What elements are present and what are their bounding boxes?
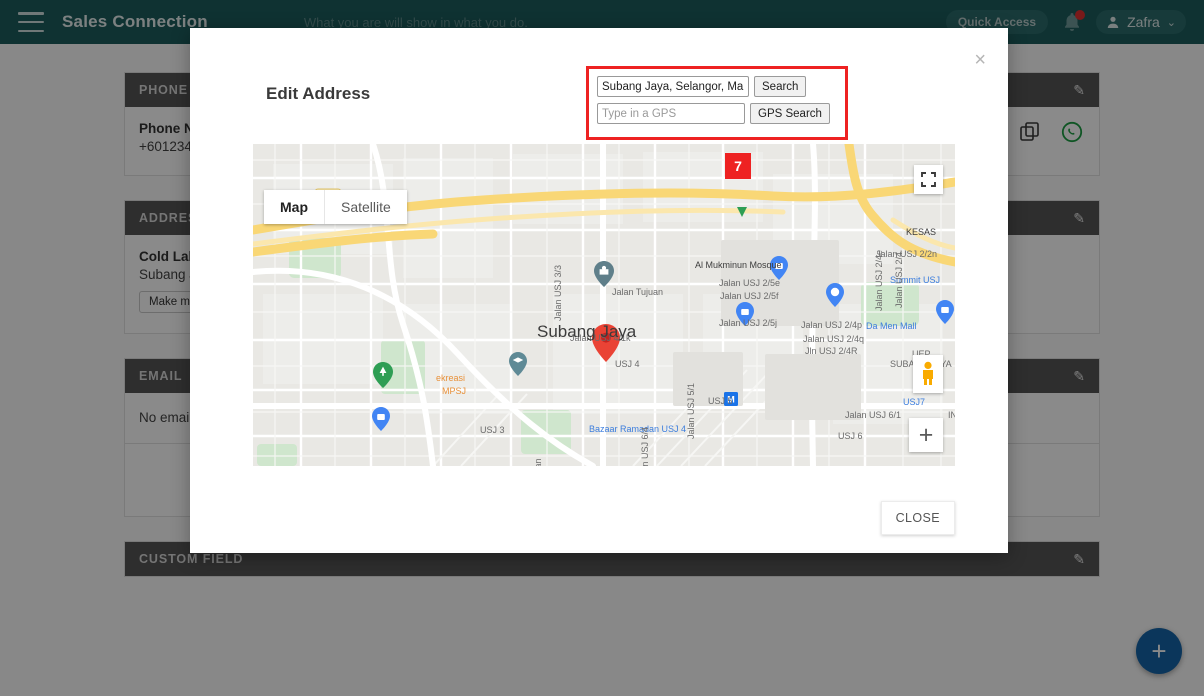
map-label-rotated: Jalan USJ 6/4 — [640, 426, 650, 466]
poi-marker-mosque[interactable] — [594, 261, 614, 292]
map-label-rotated: Jalan USJ 3/3 — [553, 264, 563, 321]
map-label-rotated: Jalan USJ 2/4e — [874, 249, 884, 311]
map-label-rotated: Jalan — [533, 458, 543, 466]
edit-address-modal: × Edit Address M KESAS Jalan USJ 2/2n Al… — [190, 28, 1008, 553]
close-button[interactable]: CLOSE — [880, 501, 955, 535]
map-label: Jalan USJ 2/5e — [719, 278, 781, 288]
map-label-rotated: Jalan USJ 2/4 — [894, 251, 904, 308]
close-icon[interactable]: × — [974, 50, 986, 70]
map-label: Jalan USJ 2/5j — [719, 318, 778, 328]
gps-search-input[interactable] — [597, 103, 745, 124]
screen: Sales Connection What you are will show … — [0, 0, 1204, 696]
map-label: USJ 5 — [708, 396, 733, 406]
map-label-rotated: Jalan USJ 5/1 — [686, 382, 696, 439]
poi-marker-usj1[interactable] — [936, 300, 954, 329]
poi-marker-mpsj-park[interactable] — [373, 362, 393, 393]
address-search-overlay: Search GPS Search — [586, 66, 848, 140]
map-label: USJ 4 — [615, 359, 640, 369]
street-view-pegman-icon[interactable] — [913, 355, 943, 393]
map-label: USJ 3 — [480, 425, 505, 435]
map-label: ekreasi — [436, 373, 466, 383]
map-type-toggle: Map Satellite — [264, 190, 407, 224]
poi-marker-school[interactable] — [509, 352, 527, 381]
zoom-in-button[interactable]: + — [909, 418, 943, 452]
map-label: Da Men Mall — [866, 321, 917, 331]
map-label: Bazaar Ramadan USJ 4 — [589, 424, 687, 434]
map-label: Jalan Tujuan — [612, 287, 664, 297]
map-type-map-button[interactable]: Map — [264, 190, 324, 224]
poi-marker-bazaar[interactable] — [372, 407, 390, 436]
address-search-row: Search — [597, 76, 837, 97]
modal-title: Edit Address — [266, 84, 371, 103]
map-label: USJ7 — [903, 397, 926, 407]
map-type-satellite-button[interactable]: Satellite — [324, 190, 407, 224]
map-label: KESAS — [906, 227, 937, 237]
map-label: INDUSTRIAL PARK — [948, 410, 955, 420]
map-label: Jalan USJ 6/1 — [845, 410, 902, 420]
map-label: MPSJ — [442, 386, 467, 396]
map-container[interactable]: M Jalan Lag510E5KESASJalan USJ 2/2nAl Mu… — [253, 144, 955, 466]
address-search-button[interactable]: Search — [754, 76, 807, 97]
map-label: USJ 6 — [838, 431, 863, 441]
gps-search-row: GPS Search — [597, 103, 837, 124]
map-center-label: Subang Jaya — [537, 322, 637, 341]
fullscreen-icon[interactable] — [914, 165, 943, 194]
map-pin-small-green — [737, 204, 747, 222]
map-label: Jalan USJ 2/4q — [803, 334, 865, 344]
map-label: Jalan USJ 2/2n — [876, 249, 938, 259]
step-badge-7: 7 — [725, 153, 751, 179]
gps-search-button[interactable]: GPS Search — [750, 103, 830, 124]
map-label: Jalan USJ 2/5f — [720, 291, 779, 301]
map-label: Al Mukminun Mosque — [695, 260, 782, 270]
address-search-input[interactable] — [597, 76, 749, 97]
map-label: Jln USJ 2/4R — [805, 346, 858, 356]
poi-marker-mydin[interactable] — [826, 283, 844, 312]
map-label: Jalan USJ 2/4p — [801, 320, 863, 330]
